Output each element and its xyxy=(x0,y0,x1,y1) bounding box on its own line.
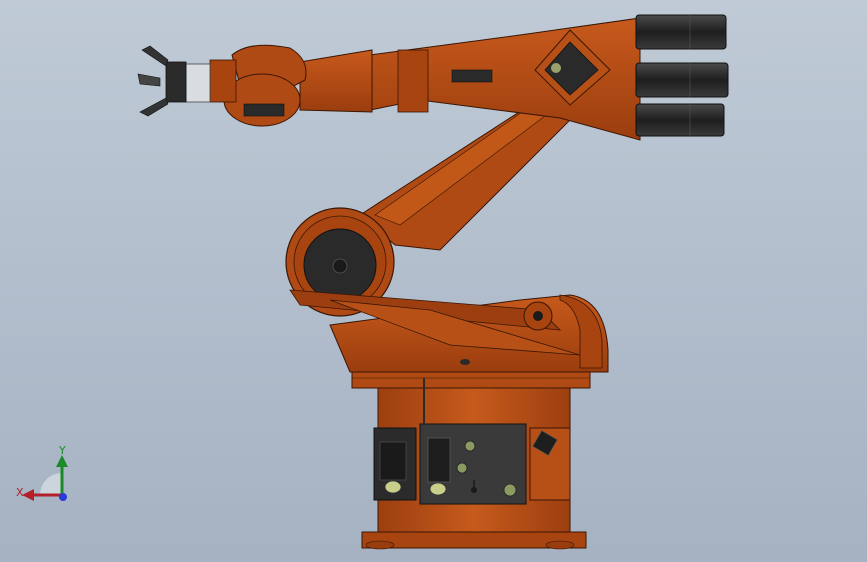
motor-cylinders xyxy=(635,14,729,137)
triad-y-label: Y xyxy=(59,444,66,457)
wrist-assembly xyxy=(209,44,373,127)
gripper-tool xyxy=(137,45,211,117)
triad-x-label: X xyxy=(16,486,24,499)
coordinate-triad xyxy=(10,440,80,510)
robot-arm-model[interactable] xyxy=(0,0,867,562)
z-axis-dot xyxy=(59,493,67,501)
graphics-viewport[interactable]: Y X xyxy=(0,0,867,562)
upper-link-arm xyxy=(359,104,571,251)
